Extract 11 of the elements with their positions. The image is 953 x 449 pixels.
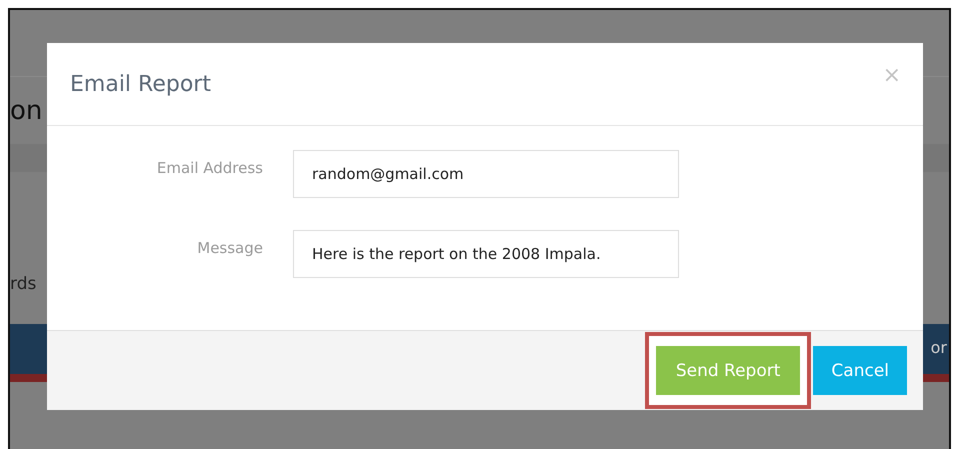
close-button[interactable]: × <box>882 63 901 88</box>
column-header: or <box>930 338 947 357</box>
field-label: Message <box>196 239 263 257</box>
input-field[interactable]: random@gmail.com <box>293 150 679 198</box>
page-text: rds <box>10 274 36 294</box>
input-field[interactable]: Here is the report on the 2008 Impala. <box>293 230 679 278</box>
send-button[interactable]: Send Report <box>656 346 800 395</box>
cancel-button[interactable]: Cancel <box>813 346 907 395</box>
field-label: Email Address <box>156 159 263 177</box>
page-heading: on <box>10 96 42 126</box>
dialog-title: Email Report <box>70 72 211 96</box>
